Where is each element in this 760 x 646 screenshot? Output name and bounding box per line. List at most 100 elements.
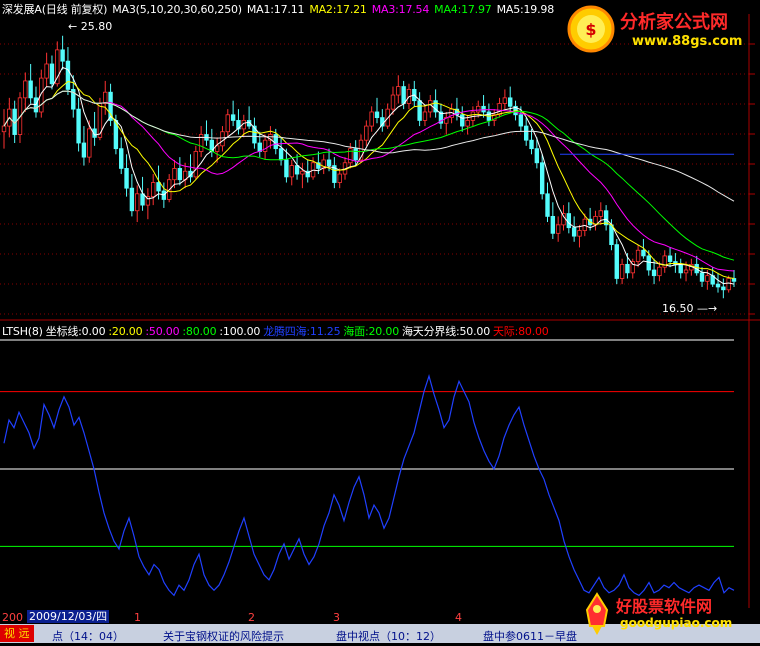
candle-body	[65, 60, 71, 90]
main-chart-header: 深发展A(日线 前复权) MA3(5,10,20,30,60,250) MA1:17…	[2, 1, 559, 17]
chart-canvas[interactable]	[0, 0, 760, 643]
ma-params: MA3(5,10,20,30,60,250)	[112, 3, 242, 16]
ma1-value: MA1:17.11	[246, 3, 305, 16]
site-title-top: 分析家公式网	[620, 12, 728, 33]
candle-body	[614, 244, 619, 279]
candle-body	[364, 125, 369, 141]
candle-body	[657, 266, 662, 277]
candle-body	[294, 165, 300, 175]
candle-body	[534, 148, 540, 164]
news-item-3[interactable]: 盘中视点（10：12）	[336, 628, 441, 644]
chart-window: 深发展A(日线 前复权) MA3(5,10,20,30,60,250) MA1:17…	[0, 0, 760, 643]
candle-body	[193, 151, 199, 178]
candle-body	[721, 286, 726, 291]
candle-body	[460, 114, 465, 127]
longteng-value: 龙腾四海:11.25	[263, 325, 341, 338]
indicator-name: LTSH(8)	[2, 325, 43, 338]
candle-body	[23, 80, 28, 99]
candle-body	[225, 114, 230, 133]
candle-body	[129, 187, 135, 212]
candle-body	[49, 63, 55, 85]
candle-body	[103, 91, 108, 104]
ma4-value: MA4:17.97	[434, 3, 492, 16]
month-label-4: 4	[455, 611, 462, 624]
candle-body	[135, 193, 140, 212]
candle-body	[417, 100, 422, 121]
candle-body	[337, 173, 342, 183]
candle-body	[555, 224, 561, 234]
ma30-line	[3, 90, 735, 261]
candle-body	[497, 103, 502, 116]
candle-body	[518, 114, 524, 127]
site-url-top: www.88gs.com	[632, 34, 743, 49]
ticker-tab[interactable]: 视 远	[0, 625, 34, 642]
candle-body	[1, 125, 7, 133]
candle-body	[699, 272, 705, 282]
candle-body	[523, 125, 529, 141]
month-label-3: 3	[333, 611, 340, 624]
candle-body	[390, 94, 396, 110]
site-url-bottom: goodgupiao.com	[620, 616, 733, 630]
candle-body	[667, 255, 673, 262]
candle-body	[44, 63, 49, 79]
rocket-icon	[585, 592, 609, 635]
coord-80: :80.00	[182, 325, 217, 338]
candle-body	[396, 86, 401, 96]
candle-body	[60, 49, 65, 62]
candle-body	[172, 168, 177, 181]
candle-body	[529, 139, 534, 150]
candle-body	[598, 210, 603, 217]
candle-body	[726, 278, 731, 291]
candle-body	[476, 105, 481, 113]
candle-body	[502, 97, 508, 104]
candle-body	[651, 269, 657, 277]
year-label: 200	[2, 611, 23, 624]
site-logo-bottom: 好股票软件网 goodgupiao.com	[580, 590, 758, 640]
candle-body	[683, 269, 689, 274]
coord-50: :50.00	[145, 325, 180, 338]
ma60-line	[3, 90, 735, 202]
coin-icon: $	[567, 5, 615, 53]
candle-body	[353, 148, 358, 161]
candle-body	[326, 159, 332, 166]
candle-body	[428, 100, 433, 113]
candle-body	[465, 120, 470, 127]
month-label-1: 1	[134, 611, 141, 624]
news-item-2[interactable]: 关于宝钢权证的风险提示	[163, 628, 284, 644]
candle-body	[284, 159, 289, 178]
candle-body	[55, 49, 60, 85]
candle-body	[374, 111, 380, 119]
candle-body	[481, 105, 486, 113]
site-logo-top: $ 分析家公式网 www.88gs.com	[566, 4, 756, 56]
candle-body	[705, 275, 710, 282]
candle-body	[715, 283, 721, 288]
candle-body	[289, 165, 294, 178]
ltsh-line	[3, 374, 735, 597]
cursor-date: 2009/12/03/四	[27, 610, 110, 623]
candle-body	[550, 215, 556, 234]
candle-body	[561, 213, 566, 226]
candle-body	[81, 142, 87, 158]
coord-line: 坐标线:0.00	[45, 325, 106, 338]
high-price: 25.80	[80, 20, 113, 33]
candle-body	[156, 182, 161, 192]
candle-body	[230, 114, 236, 121]
candle-body	[401, 86, 406, 104]
indicator-header: LTSH(8) 坐标线:0.00:20.00:50.00:80.00:100.00…	[2, 323, 552, 339]
candle-body	[28, 80, 33, 99]
candle-body	[278, 148, 284, 161]
news-item-1[interactable]: 点（14：04）	[52, 628, 124, 644]
coord-100: :100.00	[219, 325, 261, 338]
candle-body	[731, 278, 737, 282]
low-annotation: 16.50 —→	[662, 302, 718, 315]
candle-body	[119, 148, 124, 169]
candle-body	[369, 111, 374, 127]
tianji-value: 天际:80.00	[493, 325, 549, 338]
candle-body	[625, 263, 630, 274]
fenjie-value: 海天分界线:50.00	[402, 325, 490, 338]
high-annotation: ← 25.80	[68, 20, 113, 33]
candle-body	[422, 111, 428, 121]
ma5-line	[3, 66, 735, 285]
news-item-4[interactable]: 盘中参0611－早盘	[483, 628, 577, 644]
ma5-value: MA5:19.98	[496, 3, 555, 16]
